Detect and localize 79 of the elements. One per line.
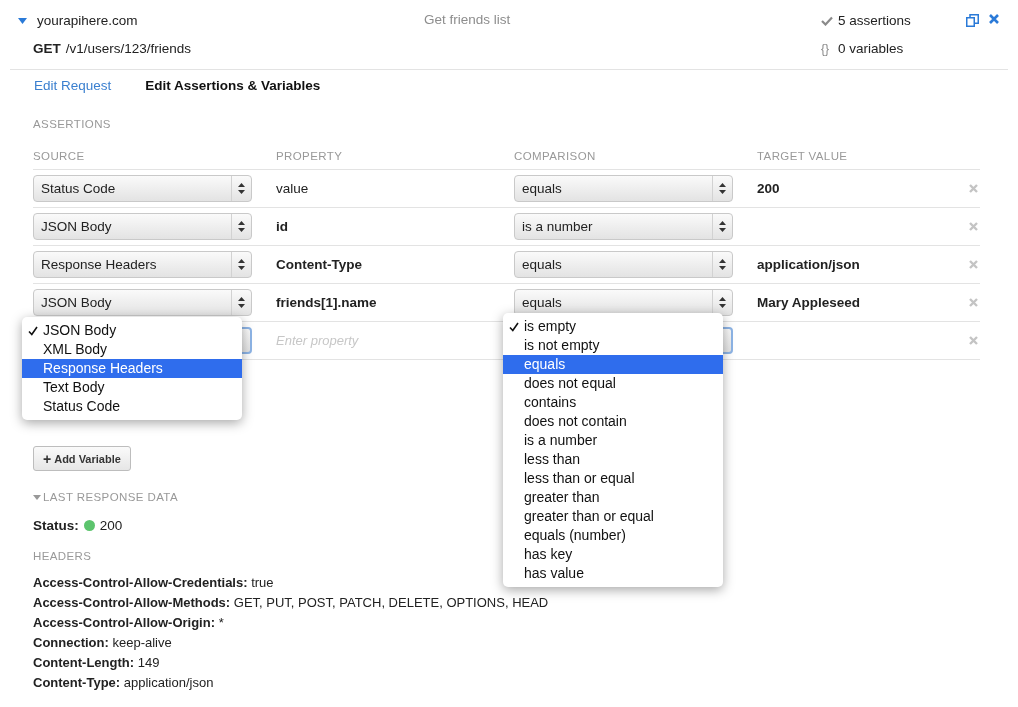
braces-icon: {} bbox=[821, 41, 833, 56]
property-value: value bbox=[276, 181, 310, 196]
menu-option[interactable]: greater than or equal bbox=[503, 507, 723, 526]
target-value: Mary Appleseed bbox=[757, 295, 861, 310]
menu-option[interactable]: is empty bbox=[503, 317, 723, 336]
tab[interactable]: Edit Request bbox=[34, 78, 112, 98]
target-value: 200 bbox=[757, 181, 780, 196]
add-variable-button[interactable]: + Add Variable bbox=[33, 446, 131, 471]
menu-option[interactable]: contains bbox=[503, 393, 723, 412]
source-select[interactable]: JSON Body bbox=[33, 289, 252, 316]
tab[interactable]: Edit Assertions & Variables bbox=[145, 78, 321, 98]
status-code: 200 bbox=[99, 517, 123, 533]
status-dot bbox=[83, 519, 95, 531]
collapse-caret-icon[interactable] bbox=[33, 494, 41, 500]
menu-option[interactable]: Text Body bbox=[22, 378, 242, 397]
source-select[interactable]: JSON Body bbox=[33, 213, 252, 240]
up-down-arrows-icon bbox=[719, 221, 726, 232]
source-select[interactable]: Status Code bbox=[33, 175, 252, 202]
property-value: friends[1].name bbox=[276, 295, 378, 310]
menu-option[interactable]: is not empty bbox=[503, 336, 723, 355]
status-label: Status: bbox=[33, 517, 79, 533]
check-icon bbox=[821, 15, 833, 26]
column-header: TARGET VALUE bbox=[757, 150, 849, 162]
header-line: Content-Type: application/json bbox=[33, 675, 214, 690]
header-line: Access-Control-Allow-Credentials: true bbox=[33, 575, 274, 590]
header-line: Access-Control-Allow-Origin: * bbox=[33, 615, 224, 630]
menu-option[interactable]: is a number bbox=[503, 431, 723, 450]
close-icon[interactable] bbox=[989, 14, 999, 24]
column-header: PROPERTY bbox=[276, 150, 344, 162]
column-header: COMPARISON bbox=[514, 150, 597, 162]
comparison-select[interactable]: equals bbox=[514, 175, 733, 202]
variables-count: 0 variables bbox=[838, 41, 904, 56]
up-down-arrows-icon bbox=[238, 259, 245, 270]
property-value: id bbox=[276, 219, 289, 234]
checkmark-icon bbox=[28, 325, 38, 336]
assertions-count: 5 assertions bbox=[838, 13, 911, 28]
remove-icon[interactable] bbox=[968, 184, 978, 193]
source-select[interactable]: Response Headers bbox=[33, 251, 252, 278]
header-line: Content-Length: 149 bbox=[33, 655, 160, 670]
remove-icon[interactable] bbox=[968, 222, 978, 231]
target-value: application/json bbox=[757, 257, 860, 272]
header-line: Connection: keep-alive bbox=[33, 635, 172, 650]
up-down-arrows-icon bbox=[719, 297, 726, 308]
up-down-arrows-icon bbox=[719, 183, 726, 194]
header-line: Access-Control-Allow-Methods: GET, PUT, POST, PATCH, DELETE, OPTIONS, HEAD bbox=[33, 595, 549, 610]
checkmark-icon bbox=[509, 321, 519, 332]
menu-option[interactable]: does not equal bbox=[503, 374, 723, 393]
host-name: yourapihere.com bbox=[37, 13, 138, 28]
up-down-arrows-icon bbox=[238, 297, 245, 308]
menu-option[interactable]: less than bbox=[503, 450, 723, 469]
menu-option[interactable]: XML Body bbox=[22, 340, 242, 359]
menu-option[interactable]: has key bbox=[503, 545, 723, 564]
property-value: Content-Type bbox=[276, 257, 363, 272]
up-down-arrows-icon bbox=[719, 259, 726, 270]
request-path: /v1/users/123/friends bbox=[65, 41, 192, 56]
comparison-select[interactable]: is a number bbox=[514, 213, 733, 240]
copy-icon[interactable] bbox=[966, 14, 979, 27]
menu-option[interactable]: Response Headers bbox=[22, 359, 242, 378]
comparison-select[interactable]: equals bbox=[514, 251, 733, 278]
menu-option[interactable]: less than or equal bbox=[503, 469, 723, 488]
menu-option[interactable]: Status Code bbox=[22, 397, 242, 416]
menu-option[interactable]: JSON Body bbox=[22, 321, 242, 340]
up-down-arrows-icon bbox=[238, 183, 245, 194]
request-method: GET bbox=[33, 41, 61, 56]
menu-option[interactable]: has value bbox=[503, 564, 723, 583]
menu-option[interactable]: does not contain bbox=[503, 412, 723, 431]
menu-option[interactable]: greater than bbox=[503, 488, 723, 507]
menu-option[interactable]: equals bbox=[503, 355, 723, 374]
remove-icon[interactable] bbox=[968, 298, 978, 307]
section-title: ASSERTIONS bbox=[33, 118, 111, 130]
up-down-arrows-icon bbox=[238, 221, 245, 232]
menu-option[interactable]: equals (number) bbox=[503, 526, 723, 545]
remove-icon[interactable] bbox=[968, 260, 978, 269]
property-input[interactable]: Enter property bbox=[276, 333, 490, 348]
collapse-caret-icon[interactable] bbox=[18, 17, 27, 24]
request-name: Get friends list bbox=[424, 12, 511, 27]
remove-icon[interactable] bbox=[968, 336, 978, 345]
section-title: HEADERS bbox=[33, 550, 92, 562]
column-header: SOURCE bbox=[33, 150, 86, 162]
